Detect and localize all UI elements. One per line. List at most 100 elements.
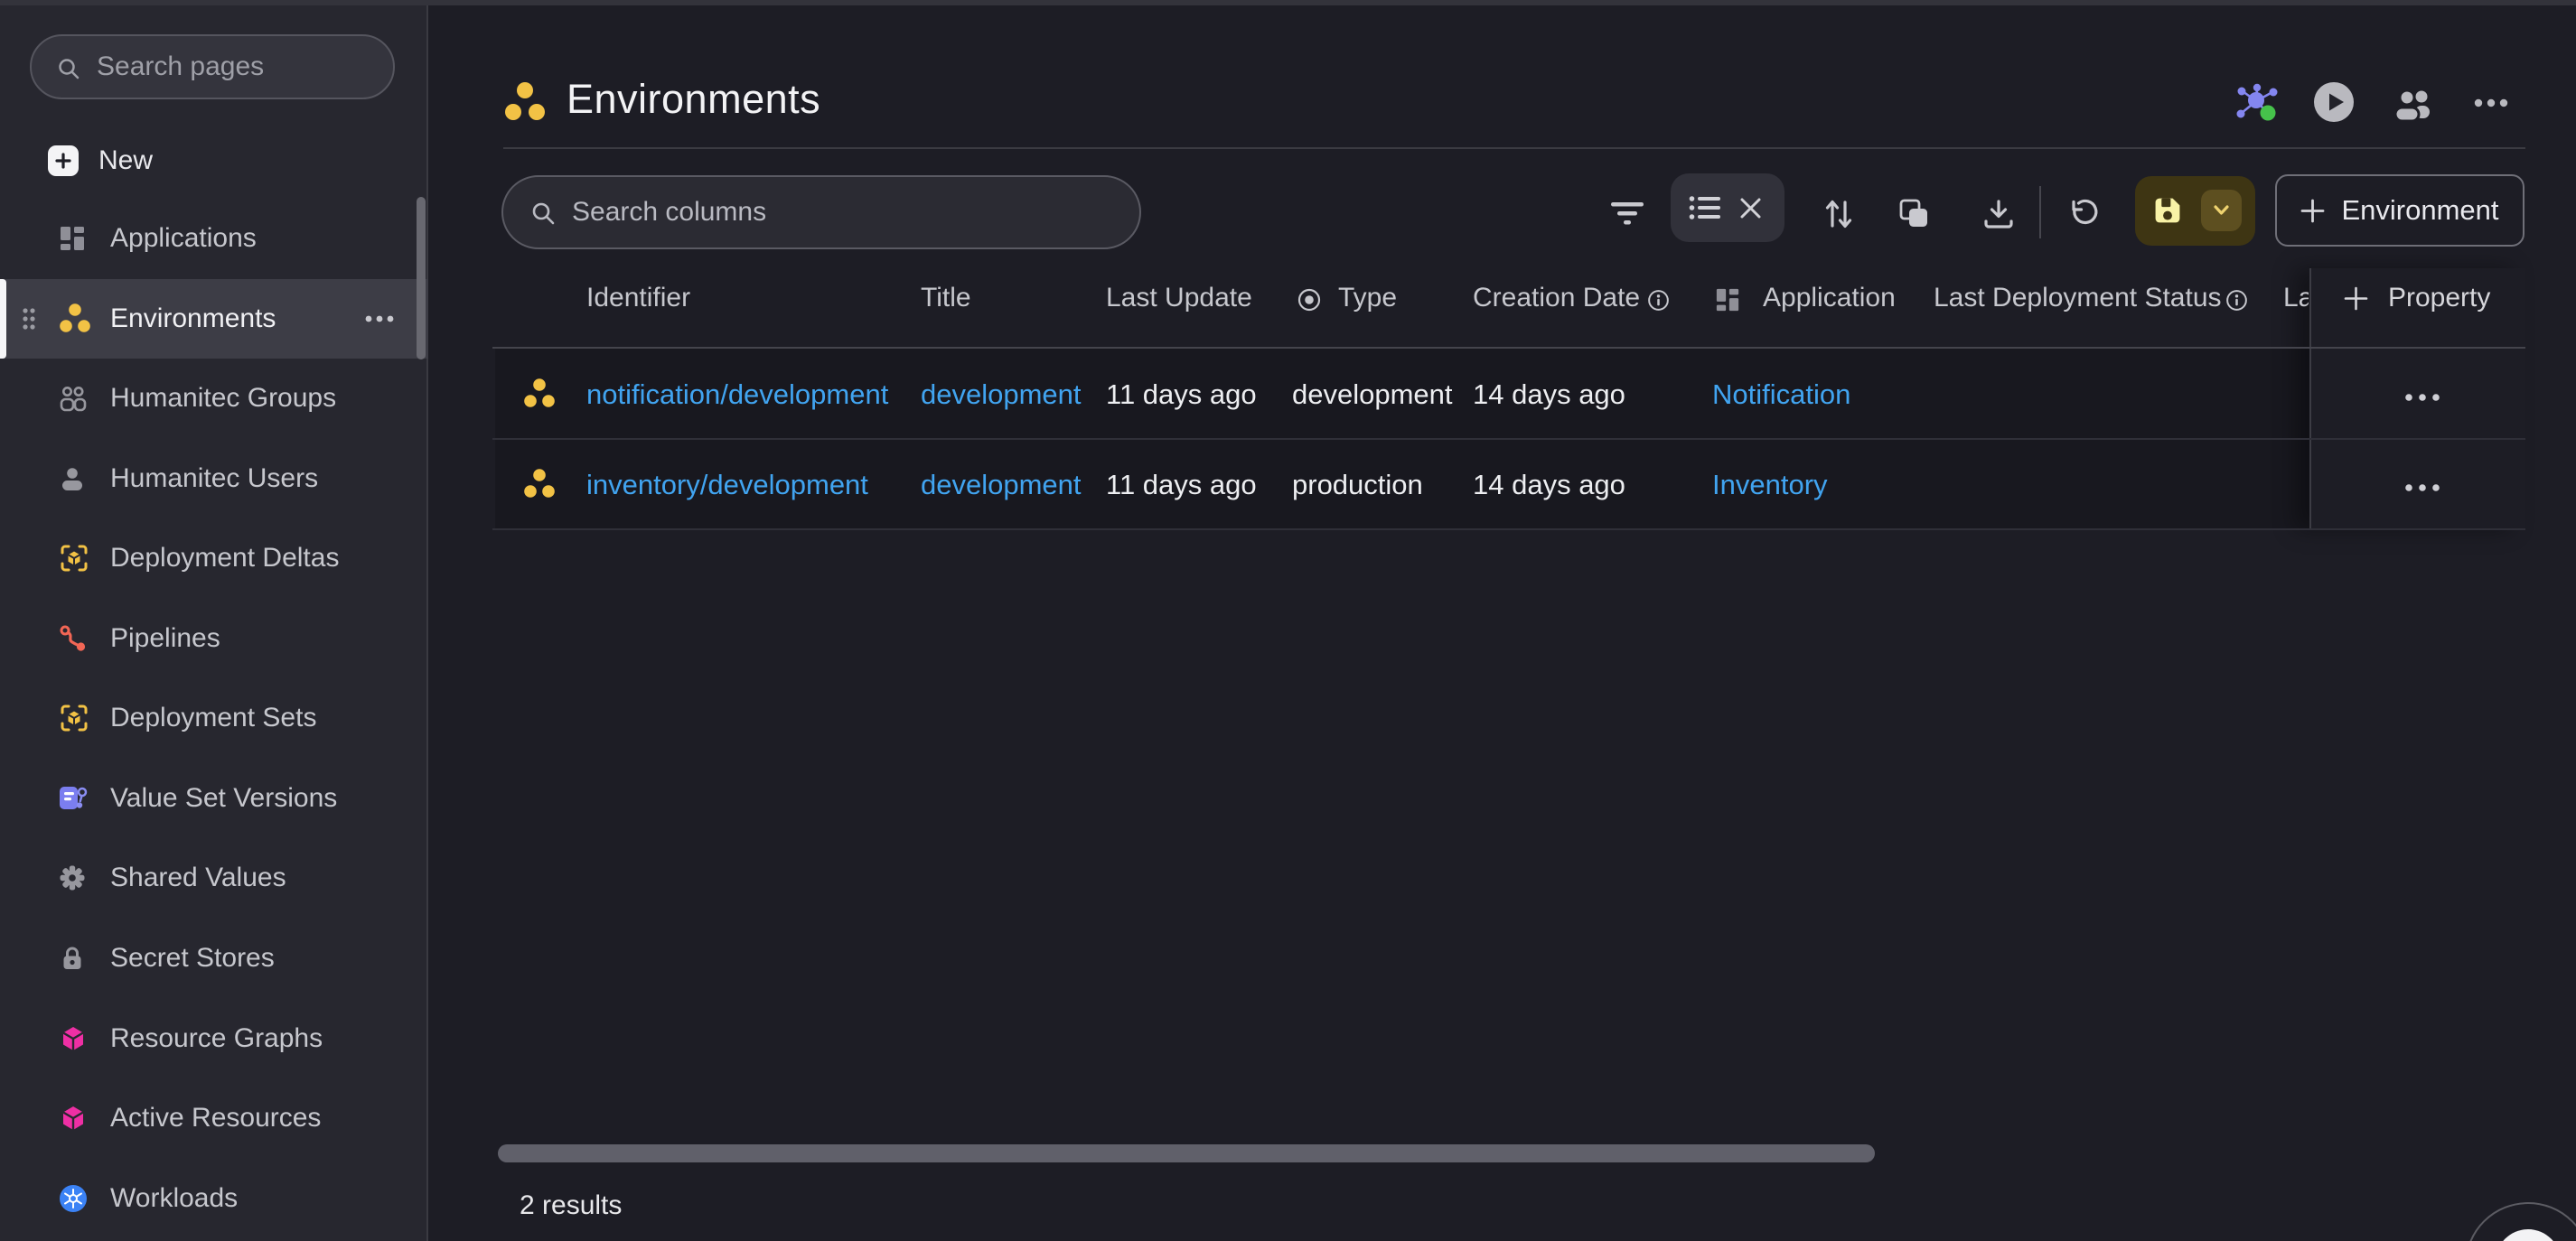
- row-divider: [492, 438, 2525, 440]
- add-environment-button[interactable]: Environment: [2275, 174, 2524, 247]
- toolbar-divider: [2039, 186, 2041, 238]
- row-creation-date: 14 days ago: [1473, 378, 1625, 411]
- column-header-application[interactable]: Application: [1763, 283, 1896, 313]
- undo-icon[interactable]: [2067, 197, 2100, 229]
- kubernetes-icon: [59, 1184, 88, 1213]
- pipelines-icon: [59, 624, 88, 653]
- row-type: development: [1292, 378, 1453, 411]
- add-environment-label: Environment: [2341, 194, 2498, 227]
- item-menu-icon[interactable]: [364, 314, 395, 323]
- row-last-update: 11 days ago: [1106, 469, 1257, 501]
- drag-handle-icon[interactable]: [22, 307, 36, 331]
- users-icon[interactable]: [2391, 88, 2438, 122]
- sidebar-item-active-resources[interactable]: Active Resources: [0, 1078, 428, 1158]
- search-pages-input[interactable]: [97, 36, 386, 98]
- download-icon[interactable]: [1982, 198, 2015, 230]
- gear-icon: [59, 864, 86, 891]
- sidebar-search[interactable]: [30, 34, 395, 99]
- sort-icon[interactable]: [1823, 197, 1854, 231]
- applications-icon: [59, 225, 86, 252]
- applications-icon: [1715, 287, 1740, 313]
- copy-icon[interactable]: [1898, 198, 1931, 230]
- sidebar-item-shared-values[interactable]: Shared Values: [0, 838, 428, 918]
- column-header-type[interactable]: Type: [1338, 283, 1397, 313]
- sidebar-item-humanitec-users[interactable]: Humanitec Users: [0, 439, 428, 518]
- groups-icon: [59, 385, 88, 412]
- sidebar-item-secret-stores[interactable]: Secret Stores: [0, 919, 428, 998]
- header-divider: [503, 147, 2525, 149]
- sidebar-item-deployment-deltas[interactable]: Deployment Deltas: [0, 518, 428, 598]
- row-application-link[interactable]: Inventory: [1712, 469, 1828, 501]
- row-divider: [492, 528, 2525, 530]
- help-button[interactable]: ?: [2465, 1202, 2576, 1241]
- row-title-link[interactable]: development: [921, 378, 1082, 411]
- horizontal-scrollbar[interactable]: [498, 1144, 1875, 1162]
- sidebar-item-resource-graphs[interactable]: Resource Graphs: [0, 999, 428, 1078]
- add-property-button[interactable]: Property: [2388, 283, 2490, 313]
- row-application-link[interactable]: Notification: [1712, 378, 1850, 411]
- results-count: 2 results: [520, 1190, 622, 1221]
- play-icon[interactable]: [2313, 81, 2355, 123]
- deployment-set-icon: [59, 703, 89, 733]
- row-menu-icon[interactable]: [2394, 473, 2450, 502]
- chevron-down-icon: [2214, 205, 2229, 216]
- page-title: Environments: [567, 76, 820, 123]
- row-creation-date: 14 days ago: [1473, 469, 1625, 501]
- filter-icon[interactable]: [1609, 201, 1645, 228]
- environments-icon: [503, 80, 547, 124]
- column-header-creation-date[interactable]: Creation Date: [1473, 283, 1640, 313]
- info-icon[interactable]: [2225, 288, 2249, 313]
- row-identifier-link[interactable]: inventory/development: [586, 469, 868, 501]
- deployment-delta-icon: [59, 543, 89, 574]
- column-header-truncated[interactable]: La: [2283, 283, 2309, 313]
- search-icon: [57, 57, 80, 80]
- column-header-last-deployment-status[interactable]: Last Deployment Status: [1934, 283, 2222, 313]
- row-menu-icon[interactable]: [2394, 383, 2450, 412]
- environments-icon: [523, 378, 556, 410]
- list-view-icon: [1689, 195, 1721, 220]
- active-page-indicator: [0, 279, 6, 359]
- new-button[interactable]: New: [0, 143, 428, 179]
- radio-icon: [1297, 287, 1322, 313]
- save-icon: [2150, 193, 2185, 228]
- user-icon: [59, 465, 86, 492]
- plus-icon: [2300, 199, 2325, 223]
- row-type: production: [1292, 469, 1423, 501]
- column-header-title[interactable]: Title: [921, 283, 971, 313]
- row-last-update: 11 days ago: [1106, 378, 1257, 411]
- new-button-label: New: [98, 145, 153, 176]
- search-columns-input[interactable]: [572, 177, 1114, 247]
- sidebar-item-deployment-sets[interactable]: Deployment Sets: [0, 678, 428, 758]
- sidebar-item-environments[interactable]: Environments: [0, 279, 428, 359]
- environments-icon: [59, 303, 91, 335]
- sidebar-scrollbar[interactable]: [417, 197, 426, 359]
- column-header-last-update[interactable]: Last Update: [1106, 283, 1252, 313]
- window-top-strip: [0, 0, 2576, 5]
- save-dropdown-button[interactable]: [2201, 190, 2242, 231]
- help-icon: ?: [2496, 1229, 2561, 1241]
- sidebar-item-applications[interactable]: Applications: [0, 199, 428, 278]
- view-mode-chip[interactable]: [1671, 173, 1784, 242]
- table-search[interactable]: [501, 175, 1141, 249]
- value-set-versions-icon: [59, 784, 88, 813]
- sidebar-item-pipelines[interactable]: Pipelines: [0, 599, 428, 678]
- cube-icon: [59, 1104, 88, 1133]
- resource-graph-icon[interactable]: [2234, 83, 2280, 123]
- row-title-link[interactable]: development: [921, 469, 1082, 501]
- app-window: New Applications Environments Humanitec …: [0, 0, 2576, 1241]
- header-bottom-border: [492, 347, 2525, 349]
- lock-icon: [59, 945, 86, 972]
- sidebar-item-humanitec-groups[interactable]: Humanitec Groups: [0, 359, 428, 438]
- sidebar-item-value-set-versions[interactable]: Value Set Versions: [0, 759, 428, 838]
- sidebar-item-workloads[interactable]: Workloads: [0, 1159, 428, 1238]
- environments-icon: [523, 468, 556, 500]
- row-identifier-link[interactable]: notification/development: [586, 378, 888, 411]
- cube-icon: [59, 1024, 88, 1053]
- info-icon[interactable]: [1646, 288, 1671, 313]
- close-icon[interactable]: [1739, 197, 1762, 219]
- plus-icon: [48, 145, 79, 176]
- save-view-button[interactable]: [2135, 176, 2255, 246]
- column-header-identifier[interactable]: Identifier: [586, 283, 690, 313]
- plus-icon[interactable]: [2344, 286, 2368, 311]
- more-menu-icon[interactable]: [2473, 98, 2509, 108]
